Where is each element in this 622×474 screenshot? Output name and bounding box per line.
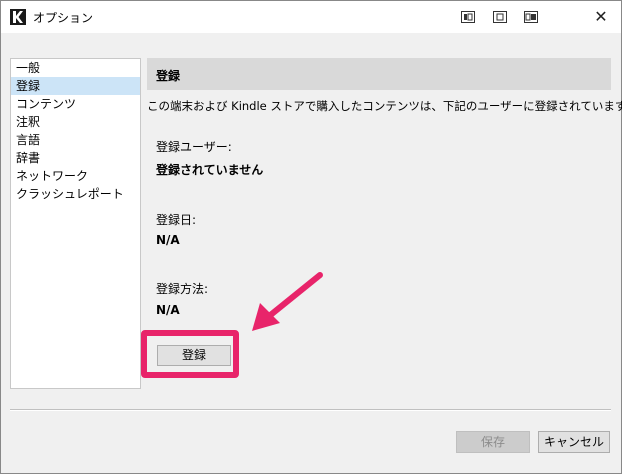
- close-icon[interactable]: ✕: [591, 7, 611, 27]
- title-bar: オプション ✕: [1, 1, 621, 33]
- cancel-button[interactable]: キャンセル: [538, 431, 610, 453]
- panel-header: 登録: [147, 58, 611, 90]
- pointer-arrow-icon: [252, 272, 323, 331]
- options-window: オプション ✕ 一般 登録 コンテンツ 注釈 言語 辞書 ネットワーク クラッシ…: [0, 0, 622, 474]
- registered-user-value: 登録されていません: [156, 163, 264, 177]
- sidebar-item-annotations[interactable]: 注釈: [11, 113, 140, 131]
- category-list: 一般 登録 コンテンツ 注釈 言語 辞書 ネットワーク クラッシュレポート: [10, 58, 141, 389]
- registered-user-label: 登録ユーザー:: [156, 140, 232, 154]
- sidebar-item-content[interactable]: コンテンツ: [11, 95, 140, 113]
- window-title: オプション: [33, 11, 94, 25]
- sidebar-item-crash-report[interactable]: クラッシュレポート: [11, 185, 140, 203]
- sidebar-item-registration[interactable]: 登録: [11, 77, 140, 95]
- compact-view-icon[interactable]: [461, 11, 475, 23]
- sidebar-item-general[interactable]: 一般: [11, 59, 140, 77]
- footer-divider: [10, 409, 611, 411]
- sidebar-item-dictionary[interactable]: 辞書: [11, 149, 140, 167]
- registration-date-label: 登録日:: [156, 213, 197, 227]
- registration-date-value: N/A: [156, 233, 180, 247]
- register-button[interactable]: 登録: [157, 345, 231, 366]
- sidebar-item-network[interactable]: ネットワーク: [11, 167, 140, 185]
- save-button[interactable]: 保存: [456, 431, 530, 453]
- registration-description: この端末および Kindle ストアで購入したコンテンツは、下記のユーザーに登録…: [147, 99, 622, 113]
- normal-view-icon[interactable]: [493, 11, 507, 23]
- sidebar-item-language[interactable]: 言語: [11, 131, 140, 149]
- wide-view-icon[interactable]: [524, 11, 538, 23]
- kindle-icon: [10, 9, 26, 25]
- registration-method-label: 登録方法:: [156, 282, 209, 296]
- panel-title: 登録: [156, 69, 181, 83]
- registration-method-value: N/A: [156, 303, 180, 317]
